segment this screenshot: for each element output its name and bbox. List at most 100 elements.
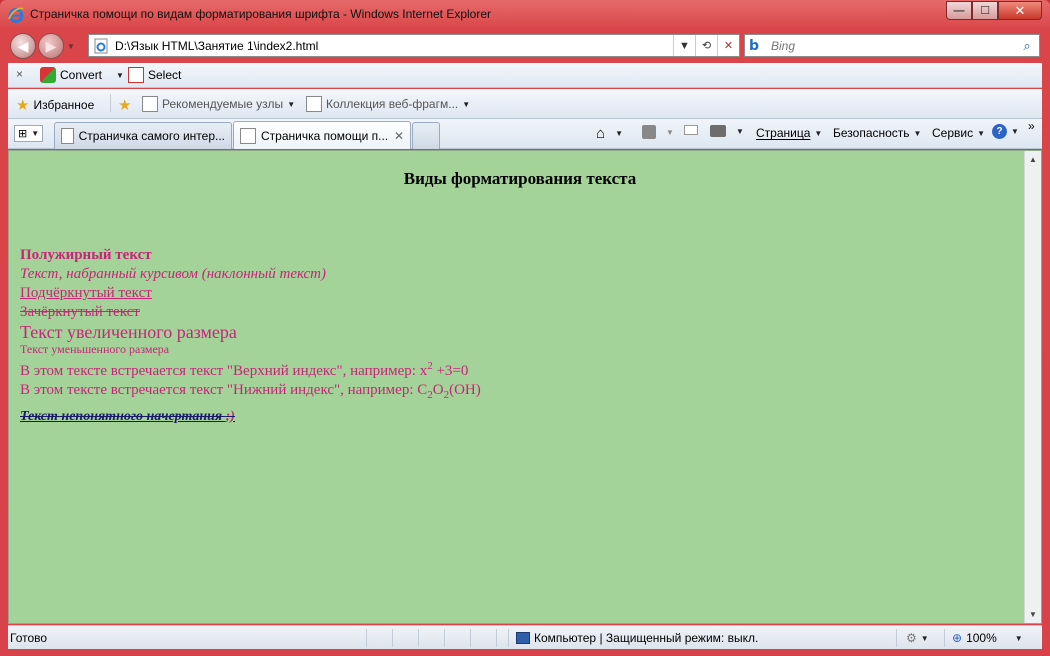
superscript-line: В этом тексте встречается текст "Верхний… [20, 357, 481, 381]
mail-icon [684, 125, 698, 135]
divider [444, 629, 445, 647]
page-ie-icon [94, 38, 108, 53]
odd-style-label: Текст непонятного начертания [20, 409, 226, 424]
divider [418, 629, 419, 647]
new-tab-button[interactable] [412, 122, 440, 149]
window-controls: — ☐ ✕ [946, 1, 1042, 20]
refresh-button[interactable]: ⟲ [695, 35, 717, 56]
maximize-button[interactable]: ☐ [972, 1, 998, 20]
search-icon[interactable]: ⌕ [1015, 38, 1039, 54]
help-icon: ? [992, 124, 1007, 139]
add-favorite-icon[interactable]: ★ [118, 96, 131, 114]
page-menu-label: Страница [756, 126, 811, 140]
security-zone[interactable]: Компьютер | Защищенный режим: выкл. [516, 631, 758, 645]
select-button[interactable]: Select [128, 67, 181, 83]
page-menu[interactable]: Страница ▼ [756, 126, 822, 140]
scroll-down-icon[interactable]: ▼ [1029, 610, 1037, 619]
back-button[interactable]: ◀ [10, 33, 36, 59]
convert-label: Convert [60, 68, 103, 82]
subscript-mid: O [432, 382, 444, 398]
recommended-sites-label: Рекомендуемые узлы [162, 97, 284, 111]
close-window-button[interactable]: ✕ [998, 1, 1042, 20]
bold-text: Полужирный текст [20, 247, 152, 263]
address-input[interactable]: D:\Язык HTML\Занятие 1\index2.html [115, 39, 673, 53]
status-bar: Готово Компьютер | Защищенный режим: вык… [8, 625, 1042, 649]
strikethrough-text: Зачёркнутый текст [20, 304, 140, 320]
mail-button[interactable] [684, 125, 698, 135]
quick-tabs-button[interactable]: ⊞ ▼ [14, 125, 44, 142]
favorites-button[interactable]: ★ Избранное [16, 96, 94, 114]
smiley-text: ;) [225, 409, 235, 424]
convert-button[interactable]: Convert ▼ [40, 67, 124, 83]
history-dropdown-icon[interactable]: ▼ [67, 42, 75, 51]
scroll-up-icon[interactable]: ▲ [1029, 155, 1037, 164]
chevron-down-icon: ▼ [615, 129, 623, 138]
address-dropdown-icon[interactable]: ▼ [673, 35, 695, 56]
divider [470, 629, 471, 647]
subscript-suffix: (OH) [449, 382, 481, 398]
zoom-label: 100% [966, 631, 997, 645]
superscript-suffix: +3=0 [432, 363, 469, 379]
tab-1[interactable]: Страничка самого интер... [54, 122, 232, 149]
page-ie-icon [240, 127, 256, 144]
zoom-button[interactable]: ⊕ 100% ▼ [952, 631, 1023, 645]
quick-tabs-icon: ⊞ [18, 128, 28, 140]
ie-logo-icon [8, 7, 24, 23]
chevron-down-icon: ▼ [814, 128, 823, 138]
add-star-icon: ★ [118, 97, 132, 114]
web-slice-gallery-link[interactable]: Коллекция веб-фрагм... ▼ [306, 96, 470, 112]
text-samples: Полужирный текст Текст, набранный курсив… [20, 246, 481, 426]
popup-blocker-button[interactable]: ⚙ ▼ [906, 631, 929, 645]
zoom-icon: ⊕ [952, 631, 963, 645]
tab-2-label: Страничка помощи п... [261, 128, 389, 143]
chevron-down-icon: ▼ [920, 633, 929, 643]
page-ie-icon [142, 96, 158, 112]
close-tab-icon[interactable]: ✕ [394, 129, 404, 143]
favorites-label: Избранное [33, 98, 95, 112]
tools-menu[interactable]: Сервис ▼ [932, 126, 985, 140]
page-heading: Виды форматирования текста [403, 169, 637, 188]
superscript-prefix: В этом тексте встречается текст "Верхний… [20, 363, 428, 379]
tab-bar: ⊞ ▼ Страничка самого интер... Страничка … [8, 119, 1042, 149]
navigation-bar: ◀ ▶ ▼ D:\Язык HTML\Занятие 1\index2.html… [0, 30, 1050, 62]
recommended-sites-link[interactable]: Рекомендуемые узлы ▼ [142, 96, 295, 112]
minimize-button[interactable]: — [946, 1, 972, 20]
odd-style-text: Текст непонятного начертания ;) [20, 407, 481, 426]
more-commands-button[interactable]: » [1028, 119, 1035, 133]
forward-button[interactable]: ▶ [38, 33, 64, 59]
address-bar[interactable]: D:\Язык HTML\Занятие 1\index2.html ▼ ⟲ ✕ [88, 34, 740, 57]
convert-icon [40, 67, 56, 83]
feeds-button[interactable]: ▼ [642, 125, 674, 139]
home-button[interactable]: ⌂ ▼ [596, 125, 623, 142]
web-slice-gallery-label: Коллекция веб-фрагм... [326, 97, 459, 111]
chevron-down-icon: ▼ [913, 128, 922, 138]
tools-menu-label: Сервис [932, 126, 974, 140]
vertical-scrollbar[interactable]: ▲ ▼ [1024, 151, 1041, 623]
chevron-down-icon: ▼ [287, 99, 296, 109]
window-title: Страничка помощи по видам форматирования… [30, 7, 492, 21]
shield-icon: ⚙ [906, 631, 917, 645]
browser-window: Страничка помощи по видам форматирования… [0, 0, 1050, 656]
safety-menu[interactable]: Безопасность ▼ [833, 126, 921, 140]
tab-1-label: Страничка самого интер... [78, 129, 225, 143]
safety-menu-label: Безопасность [833, 126, 910, 140]
small-text: Текст уменьшенного размера [20, 342, 170, 356]
page-viewport: Виды форматирования текста Полужирный те… [8, 150, 1042, 624]
rss-icon [642, 125, 656, 139]
tab-list-dropdown-icon[interactable]: ▼ [31, 129, 39, 138]
help-button[interactable]: ? ▼ [992, 124, 1019, 139]
underlined-text: Подчёркнутый текст [20, 285, 152, 301]
search-box[interactable]: b ⌕ [744, 34, 1040, 57]
big-text: Текст увеличенного размера [20, 322, 237, 342]
stop-button[interactable]: ✕ [717, 35, 739, 56]
toolbar-close-icon[interactable]: × [16, 67, 23, 81]
divider [508, 629, 509, 647]
chevron-down-icon: ▼ [1014, 633, 1023, 643]
divider [110, 94, 111, 112]
title-bar: Страничка помощи по видам форматирования… [0, 0, 1050, 30]
bing-icon: b [749, 37, 760, 54]
tab-2[interactable]: Страничка помощи п... ✕ [233, 121, 411, 149]
print-button[interactable]: ▼ [710, 125, 744, 137]
convert-dropdown-icon[interactable]: ▼ [116, 71, 124, 80]
search-input[interactable] [771, 38, 1015, 53]
